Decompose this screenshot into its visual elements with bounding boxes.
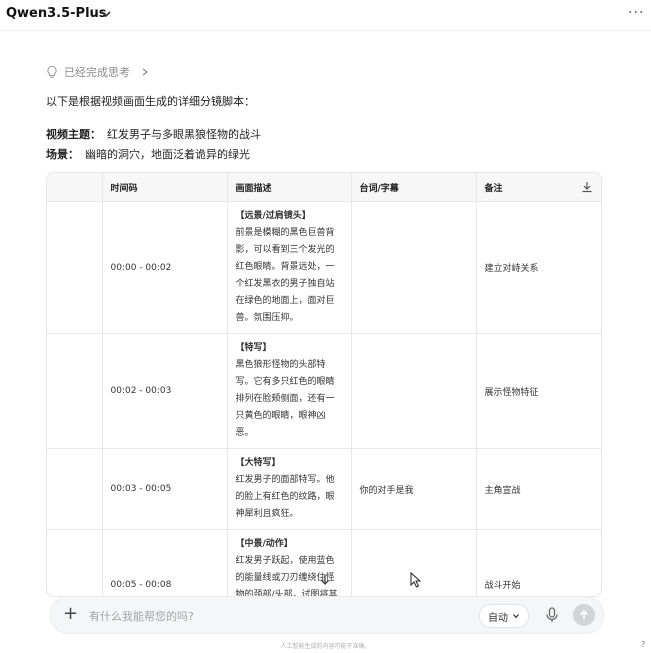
ai-disclaimer: 人工智能生成的内容可能不准确。 xyxy=(280,643,371,650)
meta-key: 视频主题： xyxy=(46,128,101,141)
shot-description: 前景是模糊的黑色巨兽背影，可以看到三个发光的红色眼睛。背景远处，一个红发黑衣的男… xyxy=(235,228,335,323)
mode-label: 自动 xyxy=(488,612,508,624)
add-attachment-icon[interactable]: + xyxy=(63,603,78,624)
column-header-description: 画面描述 xyxy=(226,173,351,202)
chevron-down-icon xyxy=(513,614,519,619)
download-icon[interactable] xyxy=(581,181,593,193)
chevron-down-icon[interactable] xyxy=(100,7,112,21)
row-timecode: 00:02 - 00:03 xyxy=(101,333,227,449)
top-bar: Qwen3.5-Plus ··· xyxy=(0,0,651,31)
row-note: 主角宣战 xyxy=(475,448,601,530)
row-note: 战斗开始 xyxy=(475,529,601,596)
column-header-index xyxy=(47,173,102,202)
thinking-label: 已经完成思考 xyxy=(64,66,130,79)
response-intro: 以下是根据视频画面生成的详细分镜脚本： xyxy=(46,95,255,108)
row-dialogue: 你的对手是我 xyxy=(350,448,476,530)
meta-theme: 视频主题： 红发男子与多眼黑狼怪物的战斗 xyxy=(46,126,261,142)
thinking-status[interactable]: 已经完成思考 xyxy=(46,62,150,82)
row-description: 【特写】 黑色狼形怪物的头部特写。它有多只红色的眼睛排列在脸颊侧面，还有一只黄色… xyxy=(226,333,351,449)
send-button[interactable] xyxy=(573,604,595,626)
column-header-dialogue: 台词/字幕 xyxy=(350,173,476,202)
mode-selector[interactable]: 自动 xyxy=(479,604,529,628)
meta-value: 红发男子与多眼黑狼怪物的战斗 xyxy=(107,128,261,141)
row-dialogue xyxy=(350,201,476,334)
storyboard-table: 时间码 画面描述 台词/字幕 备注 00:00 - 00:02 【远景/过肩镜头… xyxy=(46,172,602,597)
row-timecode: 00:00 - 00:02 xyxy=(101,201,227,334)
table-header-row: 时间码 画面描述 台词/字幕 备注 xyxy=(47,173,601,202)
row-timecode: 00:03 - 00:05 xyxy=(101,448,227,530)
row-description: 【远景/过肩镜头】 前景是模糊的黑色巨兽背影，可以看到三个发光的红色眼睛。背景远… xyxy=(226,201,351,334)
row-dialogue xyxy=(350,333,476,449)
meta-scene: 场景： 幽暗的洞穴，地面泛着诡异的绿光 xyxy=(46,146,250,162)
column-header-timecode: 时间码 xyxy=(101,173,227,202)
shot-description: 黑色狼形怪物的头部特写。它有多只红色的眼睛排列在脸颊侧面，还有一只黄色的眼睛，眼… xyxy=(235,360,335,438)
message-input[interactable]: 有什么我能帮您的吗? xyxy=(89,608,194,624)
table-row: 00:02 - 00:03 【特写】 黑色狼形怪物的头部特写。它有多只红色的眼睛… xyxy=(47,333,601,449)
row-index xyxy=(47,529,102,596)
row-index xyxy=(47,201,102,334)
shot-type: 【特写】 xyxy=(235,343,272,353)
help-icon[interactable]: ? xyxy=(641,640,645,649)
meta-value: 幽暗的洞穴，地面泛着诡异的绿光 xyxy=(85,148,250,161)
scroll-down-icon[interactable] xyxy=(318,573,332,587)
chevron-right-icon xyxy=(142,68,148,76)
table-row: 00:03 - 00:05 【大特写】 红发男子的面部特写。他的脸上有红色的纹路… xyxy=(47,448,601,530)
lightbulb-icon xyxy=(47,65,57,78)
shot-description: 红发男子的面部特写。他的脸上有红色的纹路，眼神犀利且疯狂。 xyxy=(235,475,335,519)
table-row: 00:00 - 00:02 【远景/过肩镜头】 前景是模糊的黑色巨兽背影，可以看… xyxy=(47,201,601,334)
mouse-pointer-icon xyxy=(410,572,422,588)
microphone-icon[interactable] xyxy=(545,607,559,623)
meta-key: 场景： xyxy=(46,148,79,161)
model-selector-label[interactable]: Qwen3.5-Plus xyxy=(6,6,107,21)
row-timecode: 00:05 - 00:08 xyxy=(101,529,227,596)
shot-type: 【大特写】 xyxy=(235,458,281,468)
message-composer[interactable]: + 有什么我能帮您的吗? 自动 xyxy=(50,596,604,634)
shot-type: 【远景/过肩镜头】 xyxy=(235,211,311,221)
row-note: 建立对峙关系 xyxy=(475,201,601,334)
row-description: 【大特写】 红发男子的面部特写。他的脸上有红色的纹路，眼神犀利且疯狂。 xyxy=(226,448,351,530)
row-note: 展示怪物特征 xyxy=(475,333,601,449)
row-index xyxy=(47,448,102,530)
row-description: 【中景/动作】 红发男子跃起，使用蓝色的能量线或刀刃缠绕住怪物的颈部/头部，试图… xyxy=(226,529,351,596)
row-index xyxy=(47,333,102,449)
more-options-icon[interactable]: ··· xyxy=(628,5,644,21)
arrow-up-icon xyxy=(579,609,589,619)
shot-type: 【中景/动作】 xyxy=(235,539,293,549)
